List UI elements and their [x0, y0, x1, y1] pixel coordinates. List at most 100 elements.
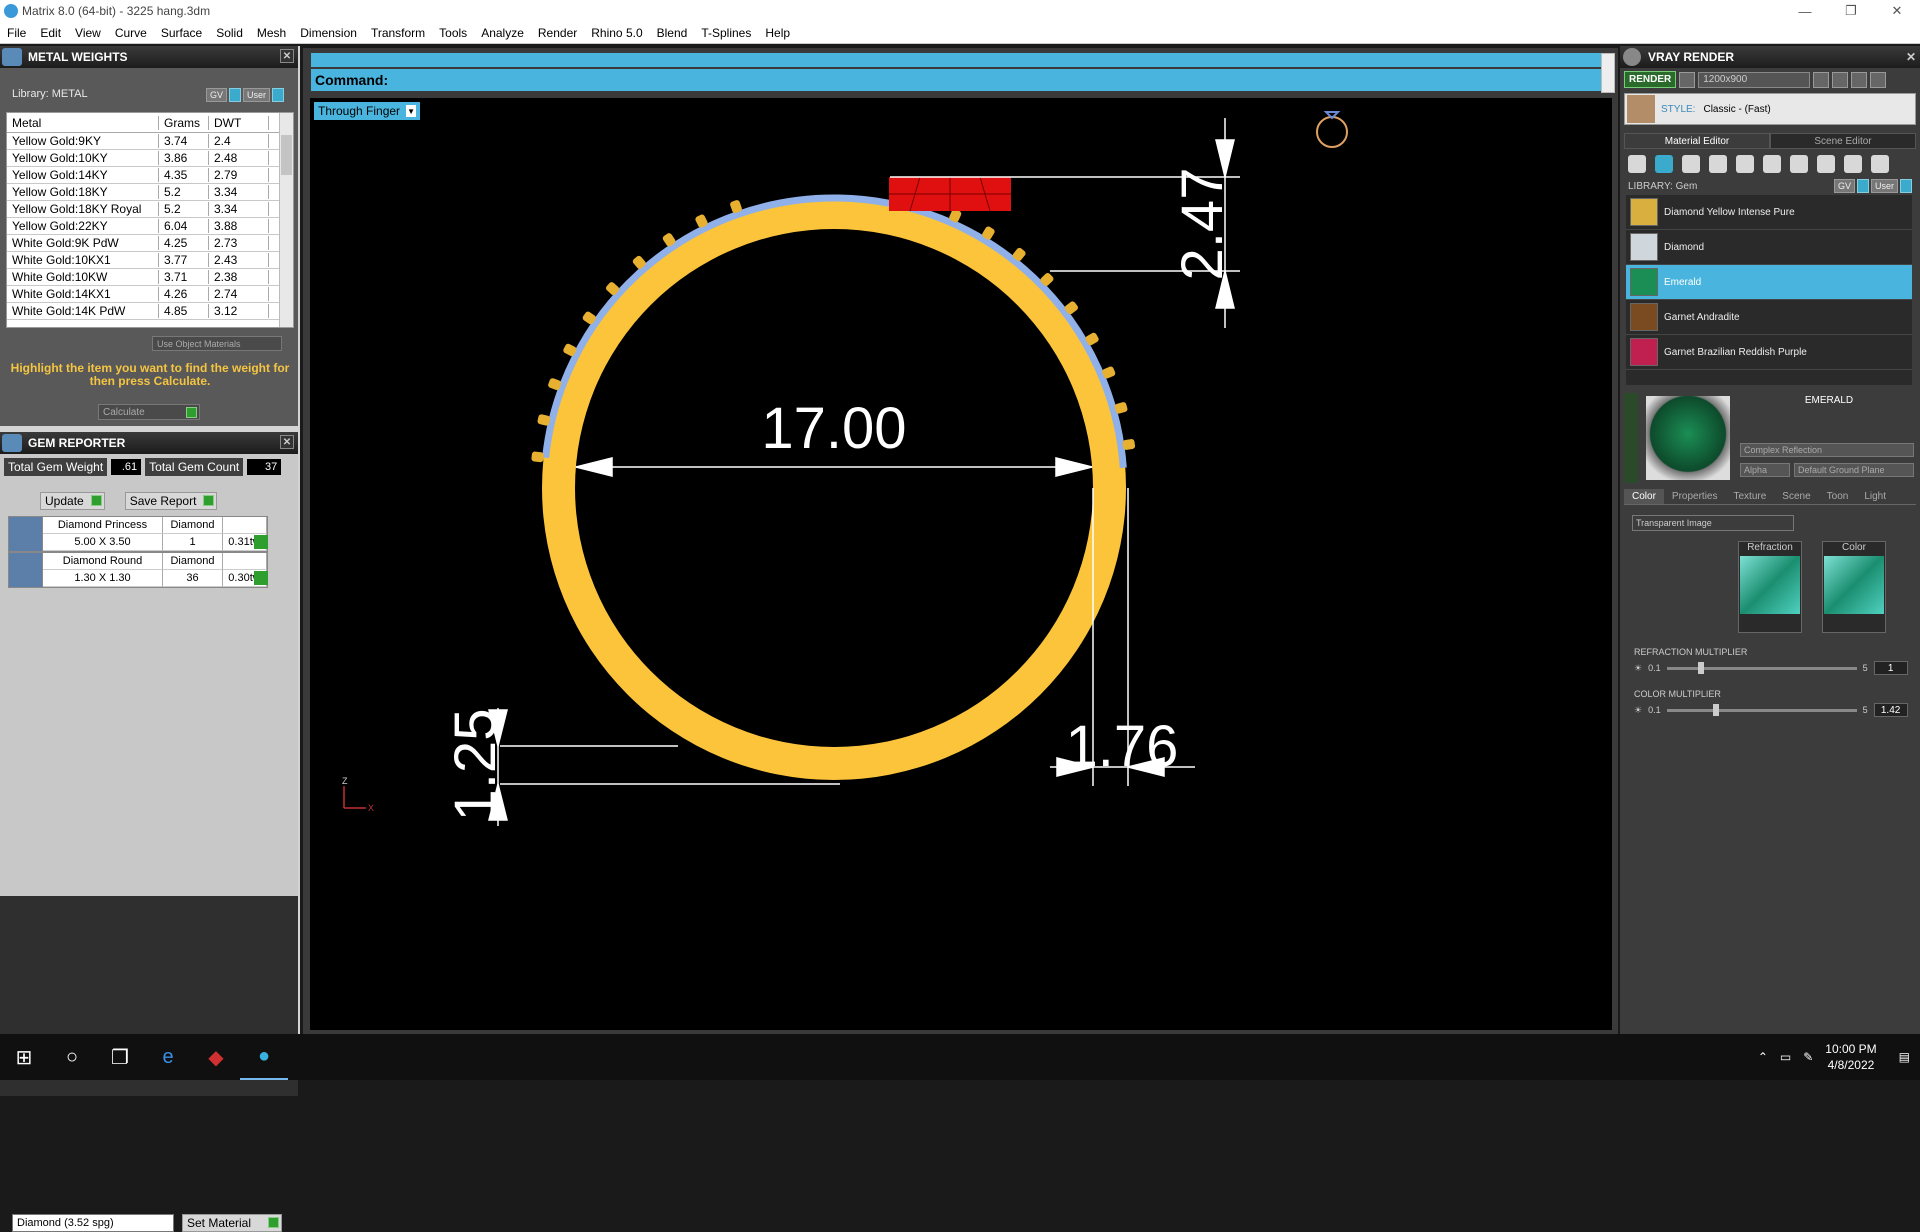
viewport[interactable]: Through Finger ▼ 17.00 2.47 1.25 1.76 Z …: [310, 98, 1612, 1030]
gem-row[interactable]: Diamond Round Diamond 1.30 X 1.30 36 0.30tw: [8, 552, 268, 588]
menu-solid[interactable]: Solid: [209, 26, 250, 40]
menu-curve[interactable]: Curve: [108, 26, 154, 40]
gv-button[interactable]: GV: [1833, 179, 1855, 193]
list-item[interactable]: Diamond: [1626, 230, 1912, 265]
reflection-select[interactable]: Complex Reflection: [1740, 443, 1914, 457]
list-item[interactable]: Diamond Yellow Intense Pure: [1626, 195, 1912, 230]
bulb-icon[interactable]: [1871, 155, 1889, 173]
table-row[interactable]: Yellow Gold:10KY 3.86 2.48: [7, 150, 293, 167]
refraction-multiplier-value[interactable]: 1: [1873, 661, 1908, 675]
pen-icon[interactable]: ✎: [1803, 1050, 1813, 1064]
menu-tsplines[interactable]: T-Splines: [694, 26, 758, 40]
menu-edit[interactable]: Edit: [33, 26, 68, 40]
tab-light[interactable]: Light: [1856, 489, 1894, 504]
close-icon[interactable]: ✕: [280, 435, 294, 449]
column-header[interactable]: Grams: [159, 115, 209, 130]
render-options-icon[interactable]: [1679, 71, 1696, 88]
menu-analyze[interactable]: Analyze: [474, 26, 531, 40]
table-row[interactable]: White Gold:10KW 3.71 2.38: [7, 269, 293, 286]
slider-knob[interactable]: [1697, 661, 1704, 674]
use-object-materials-button[interactable]: Use Object Materials: [152, 336, 282, 351]
scrollbar[interactable]: [279, 113, 293, 327]
notifications-icon[interactable]: ▤: [1899, 1050, 1910, 1064]
windows-start-icon[interactable]: ⊞: [0, 1034, 48, 1080]
image-mode-select[interactable]: Transparent Image: [1632, 515, 1794, 531]
refraction-multiplier-slider[interactable]: ☀ 0.1 5 1: [1634, 661, 1920, 675]
slider-knob[interactable]: [1712, 703, 1719, 716]
ground-select[interactable]: Default Ground Plane: [1794, 463, 1914, 477]
menu-rhino[interactable]: Rhino 5.0: [584, 26, 649, 40]
table-row[interactable]: Yellow Gold:22KY 6.04 3.88: [7, 218, 293, 235]
table-row[interactable]: White Gold:14K PdW 4.85 3.12: [7, 303, 293, 320]
color-multiplier-slider[interactable]: ☀ 0.1 5 1.42: [1634, 703, 1920, 717]
calculate-button[interactable]: Calculate: [98, 404, 200, 420]
play-icon[interactable]: [254, 571, 268, 585]
list-item[interactable]: Garnet Andradite: [1626, 300, 1912, 335]
gem-icon[interactable]: [1655, 155, 1673, 173]
maximize-button[interactable]: ❐: [1828, 0, 1874, 22]
tab-color[interactable]: Color: [1624, 489, 1664, 504]
menu-transform[interactable]: Transform: [364, 26, 432, 40]
table-row[interactable]: Yellow Gold:14KY 4.35 2.79: [7, 167, 293, 184]
menu-help[interactable]: Help: [758, 26, 797, 40]
save-report-button[interactable]: Save Report: [124, 492, 218, 510]
table-row[interactable]: Yellow Gold:18KY 5.2 3.34: [7, 184, 293, 201]
menu-surface[interactable]: Surface: [154, 26, 209, 40]
task-view-icon[interactable]: ❐: [96, 1034, 144, 1080]
menu-blend[interactable]: Blend: [650, 26, 695, 40]
list-item[interactable]: Garnet Brazilian Reddish Purple: [1626, 335, 1912, 370]
tab-material-editor[interactable]: Material Editor: [1624, 133, 1770, 149]
color-multiplier-value[interactable]: 1.42: [1873, 703, 1908, 717]
search-icon[interactable]: ○: [48, 1034, 96, 1080]
menu-render[interactable]: Render: [531, 26, 584, 40]
sphere-icon[interactable]: [1682, 155, 1700, 173]
close-icon[interactable]: ✕: [280, 49, 294, 63]
clock[interactable]: 10:00 PM 4/8/2022: [1825, 1041, 1876, 1073]
tab-properties[interactable]: Properties: [1664, 489, 1726, 504]
update-button[interactable]: Update: [40, 492, 105, 510]
network-icon[interactable]: ▭: [1780, 1050, 1791, 1064]
slider-track[interactable]: [1666, 661, 1857, 674]
edge-icon[interactable]: e: [144, 1034, 192, 1080]
close-icon[interactable]: ✕: [1906, 50, 1916, 64]
user-button[interactable]: User: [243, 88, 271, 102]
list-item[interactable]: Emerald: [1626, 265, 1912, 300]
style-select[interactable]: STYLE: Classic - (Fast): [1624, 93, 1916, 125]
refraction-slot[interactable]: Refraction: [1738, 541, 1802, 633]
gv-toggle[interactable]: [1856, 179, 1869, 193]
app-icon-red[interactable]: ◆: [192, 1034, 240, 1080]
frame-icon[interactable]: [1832, 71, 1849, 88]
user-toggle[interactable]: [1900, 179, 1912, 193]
texture-icon[interactable]: [1736, 155, 1754, 173]
table-row[interactable]: White Gold:9K PdW 4.25 2.73: [7, 235, 293, 252]
column-header[interactable]: DWT: [209, 115, 269, 130]
brush-icon[interactable]: [1844, 155, 1862, 173]
paint-icon[interactable]: [1817, 155, 1835, 173]
menu-dimension[interactable]: Dimension: [293, 26, 364, 40]
table-row[interactable]: White Gold:10KX1 3.77 2.43: [7, 252, 293, 269]
slider-track[interactable]: [1666, 703, 1857, 716]
close-button[interactable]: ✕: [1874, 0, 1920, 22]
matrix-app-icon[interactable]: ●: [240, 1034, 288, 1080]
menu-view[interactable]: View: [68, 26, 108, 40]
table-row[interactable]: White Gold:14KX1 4.26 2.74: [7, 286, 293, 303]
tab-scene-editor[interactable]: Scene Editor: [1770, 133, 1916, 149]
mesh-icon[interactable]: [1790, 155, 1808, 173]
play-icon[interactable]: [254, 535, 268, 549]
material-select[interactable]: Diamond (3.52 spg): [12, 1214, 174, 1232]
user-button[interactable]: User: [1870, 179, 1898, 193]
render-button[interactable]: RENDER: [1624, 71, 1677, 88]
resolution-select[interactable]: 1200x900: [1698, 71, 1811, 88]
tab-scene[interactable]: Scene: [1774, 489, 1818, 504]
gv-toggle[interactable]: [229, 88, 242, 102]
table-row[interactable]: Yellow Gold:18KY Royal 5.2 3.34: [7, 201, 293, 218]
alpha-toggle[interactable]: Alpha: [1740, 463, 1790, 477]
square-icon[interactable]: [1709, 155, 1727, 173]
menu-tools[interactable]: Tools: [432, 26, 474, 40]
command-line[interactable]: Command:: [311, 69, 1601, 91]
menu-mesh[interactable]: Mesh: [250, 26, 293, 40]
flame-icon[interactable]: [1628, 155, 1646, 173]
gv-button[interactable]: GV: [206, 88, 228, 102]
gem-row[interactable]: Diamond Princess Diamond 5.00 X 3.50 1 0.31t…: [8, 516, 268, 552]
pattern-icon[interactable]: [1763, 155, 1781, 173]
